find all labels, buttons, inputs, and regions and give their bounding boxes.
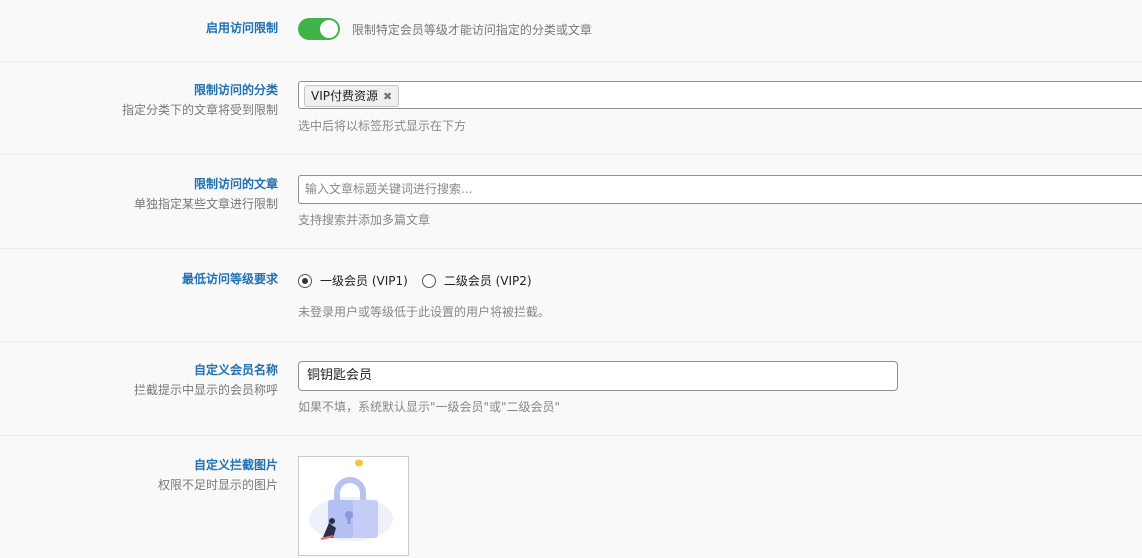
row-access-limit: 启用访问限制 限制特定会员等级才能访问指定的分类或文章: [0, 0, 1142, 62]
block-image-label: 自定义拦截图片 权限不足时显示的图片: [0, 457, 278, 494]
row-level: 最低访问等级要求 一级会员 (VIP1) 二级会员 (VIP2) 未登录用户或等…: [0, 249, 1142, 342]
category-tag: VIP付费资源 ✖: [304, 85, 400, 107]
post-help: 支持搜索并添加多篇文章: [298, 213, 431, 227]
level-field: 一级会员 (VIP1) 二级会员 (VIP2) 未登录用户或等级低于此设置的用户…: [298, 272, 1142, 320]
radio-vip2-circle[interactable]: [421, 273, 436, 288]
member-name-desc: 拦截提示中显示的会员称呼: [133, 383, 278, 397]
tag-label: VIP付费资源: [311, 89, 378, 103]
post-desc: 单独指定某些文章进行限制: [133, 197, 278, 211]
member-name-label: 自定义会员名称 拦截提示中显示的会员称呼: [0, 362, 278, 399]
member-name-title: 自定义会员名称: [193, 363, 278, 377]
level-label: 最低访问等级要求: [0, 271, 278, 288]
category-title: 限制访问的分类: [193, 83, 278, 97]
radio-vip1-circle[interactable]: [298, 273, 312, 288]
radio-vip1-label: 一级会员 (VIP1): [320, 274, 408, 288]
block-image-preview[interactable]: [298, 456, 409, 556]
category-desc: 指定分类下的文章将受到限制: [121, 103, 278, 117]
row-post: 限制访问的文章 单独指定某些文章进行限制 输入文章标题关键词进行搜索... 支持…: [0, 155, 1142, 249]
post-search-input[interactable]: 输入文章标题关键词进行搜索...: [298, 175, 1142, 204]
tag-remove-icon[interactable]: ✖: [383, 90, 392, 103]
post-title: 限制访问的文章: [193, 177, 278, 191]
level-title: 最低访问等级要求: [181, 272, 278, 286]
post-label: 限制访问的文章 单独指定某些文章进行限制: [0, 176, 278, 213]
row-member-name: 自定义会员名称 拦截提示中显示的会员称呼 铜钥匙会员 如果不填，系统默认显示"一…: [0, 342, 1142, 436]
access-limit-field: 限制特定会员等级才能访问指定的分类或文章: [298, 18, 1142, 40]
access-limit-label: 启用访问限制: [0, 20, 278, 37]
block-image-desc: 权限不足时显示的图片: [157, 478, 278, 492]
member-name-input[interactable]: 铜钥匙会员: [298, 361, 898, 391]
row-category: 限制访问的分类 指定分类下的文章将受到限制 VIP付费资源 ✖ 选中后将以标签形式…: [0, 62, 1142, 155]
row-block-image: 自定义拦截图片 权限不足时显示的图片: [0, 436, 1142, 558]
block-image-title: 自定义拦截图片: [193, 458, 278, 472]
category-label: 限制访问的分类 指定分类下的文章将受到限制: [0, 82, 278, 119]
category-tag-input[interactable]: VIP付费资源 ✖: [298, 81, 1142, 109]
category-field: VIP付费资源 ✖ 选中后将以标签形式显示在下方: [298, 81, 1142, 134]
member-name-help: 如果不填，系统默认显示"一级会员"或"二级会员": [298, 400, 561, 414]
access-limit-title: 启用访问限制: [205, 21, 278, 35]
radio-vip2-label: 二级会员 (VIP2): [443, 274, 532, 288]
access-limit-toggle[interactable]: [298, 18, 340, 40]
toggle-knob: [320, 20, 338, 38]
level-help: 未登录用户或等级低于此设置的用户将被拦截。: [298, 305, 551, 319]
access-limit-toggle-text: 限制特定会员等级才能访问指定的分类或文章: [351, 22, 592, 37]
level-radio-group: 一级会员 (VIP1) 二级会员 (VIP2): [298, 272, 1142, 289]
category-help: 选中后将以标签形式显示在下方: [298, 119, 467, 133]
radio-vip1[interactable]: 一级会员 (VIP1): [298, 272, 408, 289]
member-name-field: 铜钥匙会员 如果不填，系统默认显示"一级会员"或"二级会员": [298, 361, 1142, 415]
post-field: 输入文章标题关键词进行搜索... 支持搜索并添加多篇文章: [298, 175, 1142, 228]
radio-vip2[interactable]: 二级会员 (VIP2): [421, 272, 532, 289]
block-image-field: [298, 456, 1142, 556]
lock-illustration-icon: [309, 459, 393, 541]
